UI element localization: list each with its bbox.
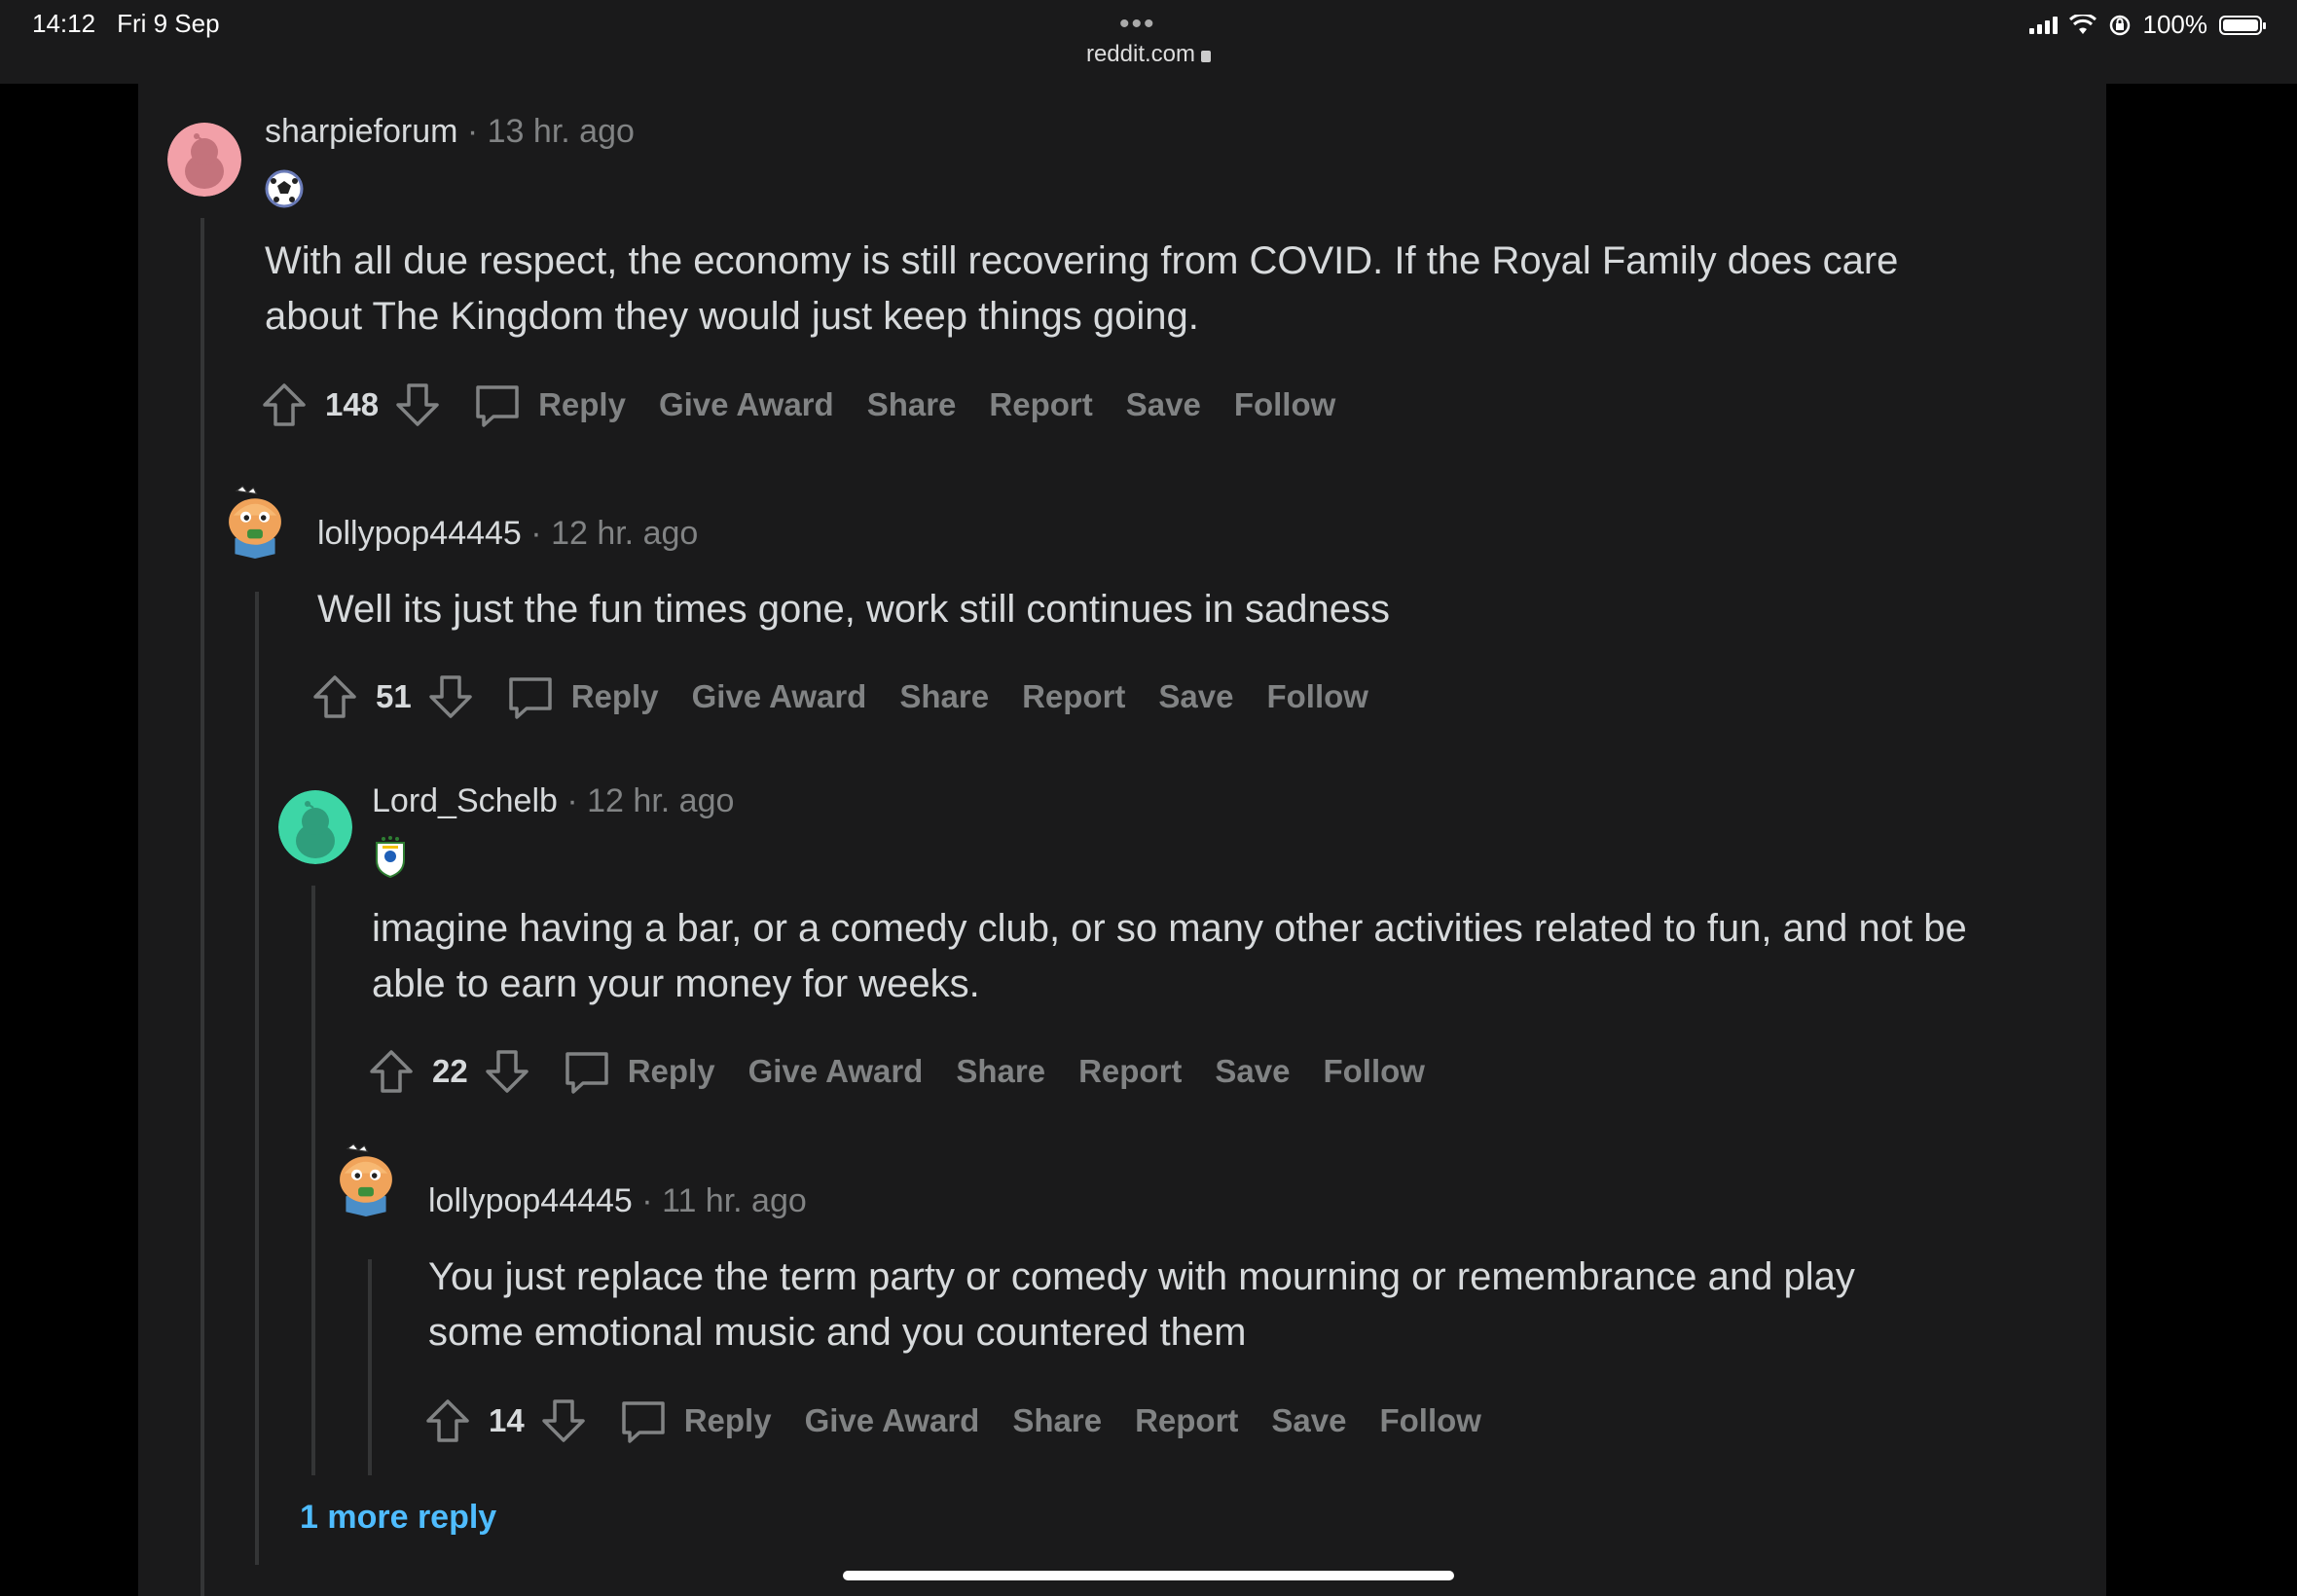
downvote-icon[interactable] [392,380,443,430]
save-button[interactable]: Save [1271,1402,1346,1439]
football-icon [265,169,304,208]
downvote-icon[interactable] [482,1046,532,1097]
report-button[interactable]: Report [1022,678,1125,715]
downvote-icon[interactable] [425,671,476,722]
comment-actions: 51 Reply Give Award Share Report Save Fo… [310,668,1402,726]
follow-button[interactable]: Follow [1234,386,1335,423]
status-bar: 14:12 Fri 9 Sep ••• reddit.com 100% [0,0,2297,84]
battery-percent: 100% [2142,10,2208,39]
comment-body: imagine having a bar, or a comedy club, … [372,907,1967,1005]
avatar[interactable] [167,123,241,197]
url-text: reddit.com [1085,41,1196,67]
battery-icon [2219,15,2266,35]
comment-bubble-icon[interactable] [562,1046,612,1097]
follow-button[interactable]: Follow [1266,678,1367,715]
give-award-button[interactable]: Give Award [659,386,834,423]
vote-count: 51 [376,678,412,714]
follow-button[interactable]: Follow [1323,1053,1424,1090]
more-replies-link[interactable]: 1 more reply [300,1499,496,1537]
comment-thread: sharpieforum · 13 hr. ago With all due r… [138,84,2106,1596]
wifi-icon [2068,14,2096,34]
upvote-icon[interactable] [366,1046,417,1097]
username-link[interactable]: lollypop44445 [317,515,522,552]
comment-body: Well its just the fun times gone, work s… [317,588,1390,631]
comment-actions: 14 Reply Give Award Share Report Save Fo… [422,1392,1514,1450]
reply-button[interactable]: Reply [684,1402,772,1439]
upvote-icon[interactable] [259,380,310,430]
give-award-button[interactable]: Give Award [692,678,867,715]
give-award-button[interactable]: Give Award [805,1402,980,1439]
report-button[interactable]: Report [1078,1053,1182,1090]
thread-line[interactable] [255,592,259,1565]
give-award-button[interactable]: Give Award [748,1053,924,1090]
comment-body: You just replace the term party or comed… [428,1255,1855,1354]
reply-button[interactable]: Reply [538,386,626,423]
upvote-icon[interactable] [310,671,360,722]
avatar[interactable] [218,485,292,559]
report-button[interactable]: Report [989,386,1092,423]
comment-meta: Lord_Schelb · 12 hr. ago [372,782,734,820]
cellular-signal-icon [2028,16,2058,34]
vote-count: 22 [432,1053,468,1089]
save-button[interactable]: Save [1158,678,1233,715]
comment-actions: 148 Reply Give Award Share Report Save F… [259,376,1368,434]
username-link[interactable]: sharpieforum [265,113,457,150]
share-button[interactable]: Share [899,678,989,715]
save-button[interactable]: Save [1126,386,1201,423]
comment-bubble-icon[interactable] [472,380,523,430]
vote-count: 148 [325,386,380,422]
username-link[interactable]: Lord_Schelb [372,782,558,819]
share-button[interactable]: Share [1012,1402,1102,1439]
share-button[interactable]: Share [867,386,957,423]
avatar[interactable] [329,1143,403,1216]
vote-count: 14 [489,1402,525,1438]
status-time-date: 14:12 Fri 9 Sep [32,9,241,39]
address-bar[interactable]: reddit.com [1051,41,1246,68]
comment-meta: lollypop44445 · 12 hr. ago [317,515,698,553]
crest-icon [376,836,405,878]
username-link[interactable]: lollypop44445 [428,1182,633,1219]
follow-button[interactable]: Follow [1379,1402,1480,1439]
thread-line[interactable] [201,218,204,1596]
reply-button[interactable]: Reply [628,1053,715,1090]
comment-time: · 12 hr. ago [566,782,735,819]
share-button[interactable]: Share [956,1053,1045,1090]
save-button[interactable]: Save [1215,1053,1290,1090]
status-icons: 100% [2028,10,2266,40]
orientation-lock-icon [2109,15,2130,35]
comment-meta: sharpieforum · 13 hr. ago [265,113,635,151]
downvote-icon[interactable] [538,1396,589,1446]
comment-bubble-icon[interactable] [618,1396,669,1446]
thread-line[interactable] [311,886,315,1475]
home-indicator[interactable] [843,1571,1454,1580]
comment-body: With all due respect, the economy is sti… [265,239,1899,338]
comment-actions: 22 Reply Give Award Share Report Save Fo… [366,1042,1458,1101]
upvote-icon[interactable] [422,1396,473,1446]
comment-time: · 11 hr. ago [641,1182,807,1219]
comment-meta: lollypop44445 · 11 hr. ago [428,1182,807,1220]
reply-button[interactable]: Reply [571,678,659,715]
avatar[interactable] [278,790,352,864]
status-time: 14:12 [32,9,96,38]
comment-bubble-icon[interactable] [505,671,556,722]
thread-line[interactable] [368,1259,372,1475]
status-date: Fri 9 Sep [117,9,220,38]
more-dots-icon[interactable]: ••• [1119,8,1156,41]
comment-time: · 13 hr. ago [466,113,635,150]
report-button[interactable]: Report [1135,1402,1238,1439]
comment-time: · 12 hr. ago [530,515,699,552]
lock-icon [1201,51,1212,62]
